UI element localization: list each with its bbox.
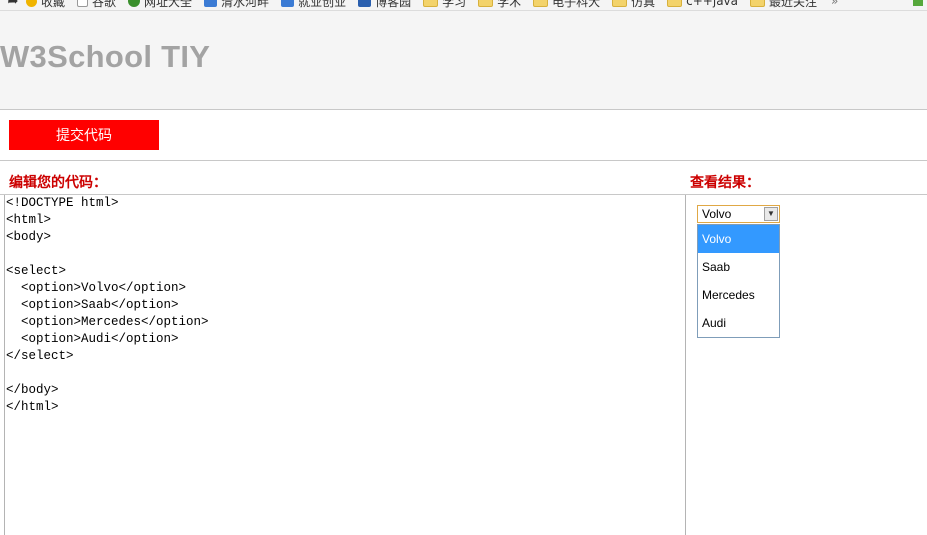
site-icon — [281, 0, 295, 7]
globe-icon — [128, 0, 141, 7]
more-bookmarks-icon[interactable]: » — [831, 0, 838, 8]
code-line: <!DOCTYPE html> — [6, 196, 119, 210]
back-forward-icon[interactable]: ➦ — [0, 0, 26, 9]
result-iframe: Volvo ▼ Volvo Saab Mercedes Audi — [686, 195, 927, 535]
bookmark-url-directory[interactable]: 网址大全 — [128, 0, 192, 10]
code-line: <option>Audi</option> — [6, 332, 179, 346]
bookmark-cnblogs[interactable]: 博客园 — [358, 0, 411, 10]
submit-code-button[interactable]: 提交代码 — [9, 120, 159, 150]
result-label: 查看结果： — [690, 175, 760, 191]
page-header: W3School TIY — [0, 11, 927, 110]
folder-icon — [533, 0, 549, 7]
select-dropdown-list: Volvo Saab Mercedes Audi — [697, 224, 780, 338]
select-value: Volvo — [702, 207, 732, 221]
code-line: <select> — [6, 264, 67, 278]
car-select[interactable]: Volvo ▼ — [697, 205, 780, 223]
bookmark-employment[interactable]: 就业创业 — [281, 0, 346, 10]
code-line: <option>Mercedes</option> — [6, 315, 209, 329]
chevron-down-icon[interactable]: ▼ — [764, 207, 778, 221]
site-icon — [204, 0, 218, 7]
folder-icon — [612, 0, 628, 7]
code-line: </html> — [6, 400, 59, 414]
editor-label: 编辑您的代码： — [9, 175, 107, 191]
extension-icon[interactable] — [913, 0, 923, 6]
bookmark-favorites[interactable]: 收藏 — [26, 0, 65, 10]
bookmark-folder-academic[interactable]: 学术 — [478, 0, 521, 10]
bookmark-folder-study[interactable]: 学习 — [423, 0, 466, 10]
bookmark-folder-recent[interactable]: 最近关注 — [750, 0, 817, 10]
code-line: </body> — [6, 383, 59, 397]
option-volvo[interactable]: Volvo — [698, 225, 779, 253]
bookmark-folder-simulation[interactable]: 仿真 — [612, 0, 655, 10]
page-icon — [77, 0, 89, 7]
option-saab[interactable]: Saab — [698, 253, 779, 281]
code-line: <html> — [6, 213, 52, 227]
folder-icon — [750, 0, 766, 7]
code-line: <body> — [6, 230, 52, 244]
code-editor-textarea[interactable]: <!DOCTYPE html> <html> <body> <select> <… — [4, 195, 686, 535]
bookmark-google[interactable]: 谷歌 — [77, 0, 116, 10]
site-logo: W3School TIY — [0, 39, 211, 74]
blog-icon — [358, 0, 372, 7]
folder-icon — [423, 0, 439, 7]
bookmark-qingshuihepan[interactable]: 清水河畔 — [204, 0, 269, 10]
code-line: <option>Volvo</option> — [6, 281, 187, 295]
code-line: </select> — [6, 349, 74, 363]
option-mercedes[interactable]: Mercedes — [698, 281, 779, 309]
option-audi[interactable]: Audi — [698, 309, 779, 337]
folder-icon — [667, 0, 683, 7]
bookmark-folder-cpp-java[interactable]: c++java — [667, 0, 738, 8]
code-line: <option>Saab</option> — [6, 298, 179, 312]
folder-icon — [478, 0, 494, 7]
bookmark-folder-uestc[interactable]: 电子科大 — [533, 0, 600, 10]
star-icon — [26, 0, 37, 7]
toolbar: 提交代码 — [0, 110, 927, 161]
bookmarks-bar: ➦ 收藏 谷歌 网址大全 清水河畔 就业创业 博客园 学习 学术 电子科大 仿真 — [0, 0, 927, 11]
